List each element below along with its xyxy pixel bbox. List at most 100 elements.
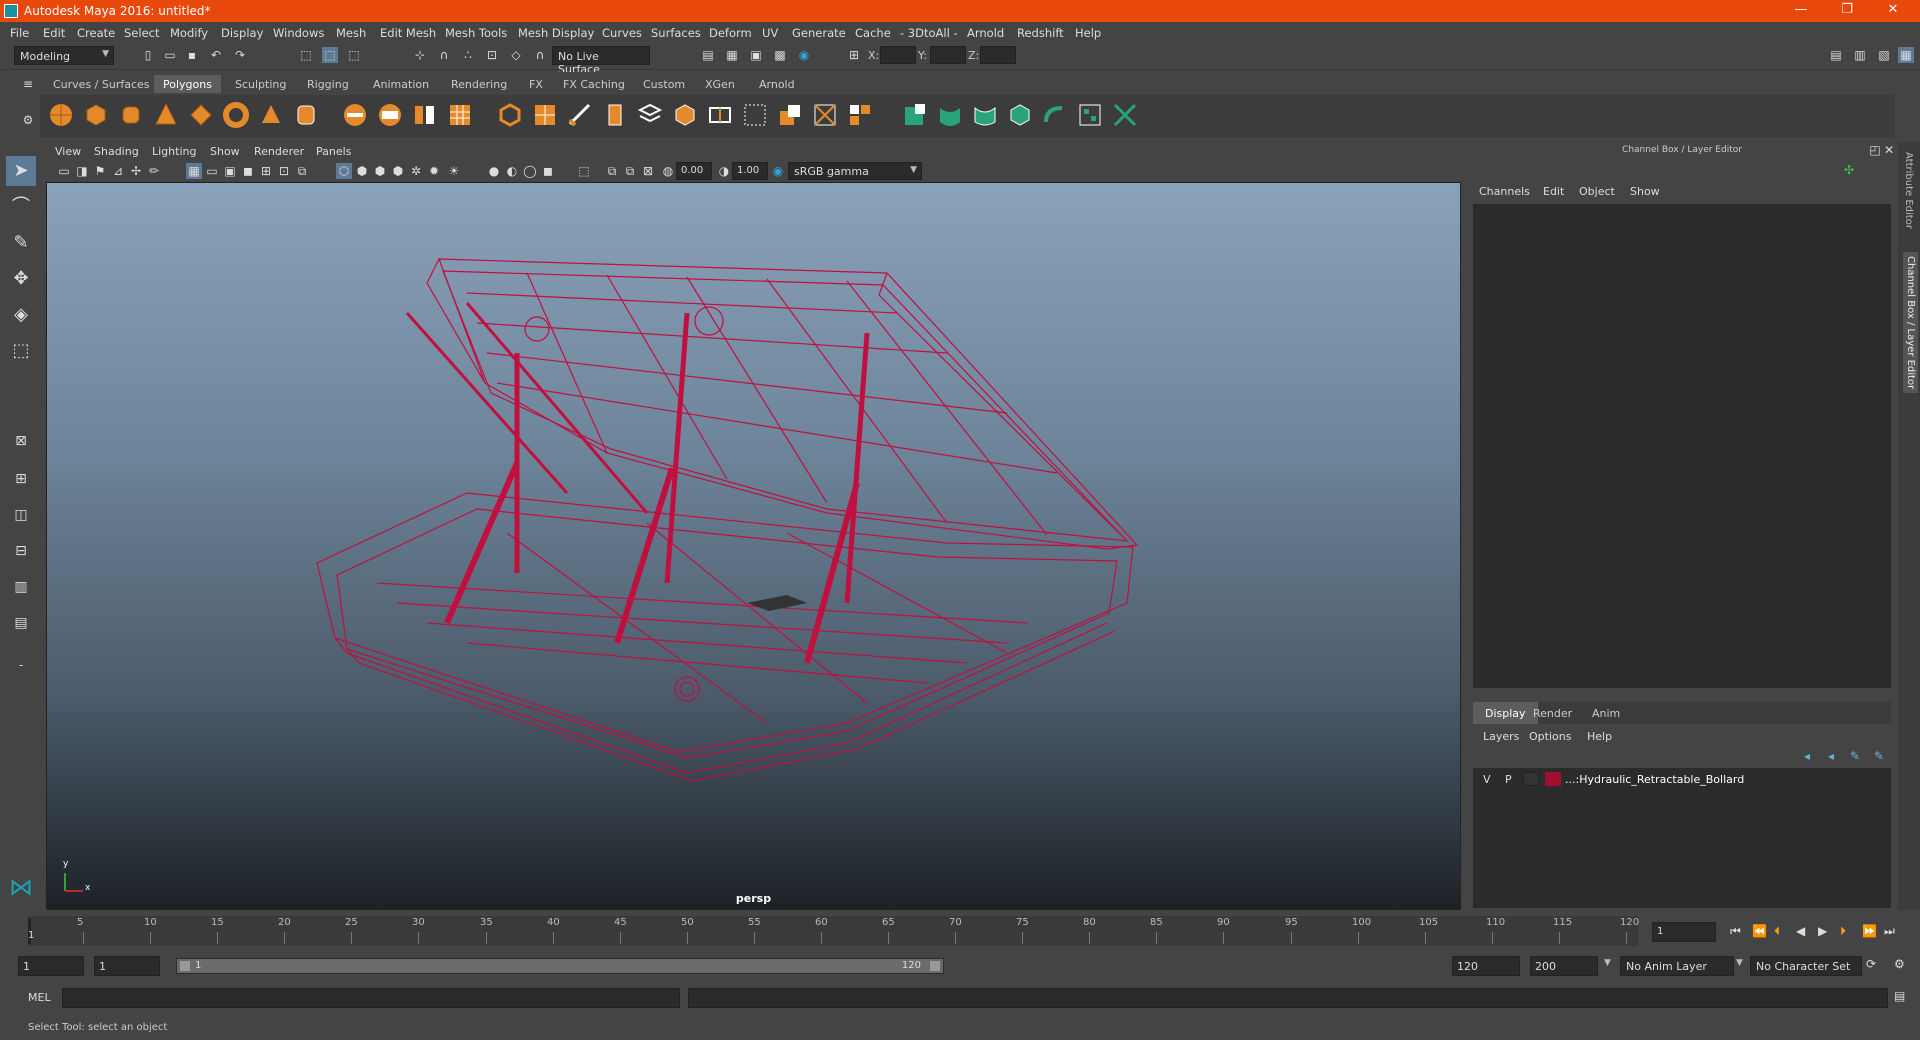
isolate-select-icon[interactable]: ◼	[540, 163, 556, 179]
new-scene-icon[interactable]: ▯	[140, 47, 156, 63]
menu-uv[interactable]: UV	[762, 26, 778, 40]
ipr-render-icon[interactable]: ▣	[748, 47, 764, 63]
safe-title-icon[interactable]: ⧉	[294, 163, 310, 179]
uv-cut-sew-icon[interactable]	[1112, 102, 1138, 128]
tab-fx[interactable]: FX	[520, 75, 552, 93]
minimize-button[interactable]: —	[1778, 2, 1824, 20]
tab-custom[interactable]: Custom	[634, 75, 694, 93]
tool-settings-toggle-icon[interactable]: ▧	[1876, 47, 1892, 63]
tab-arnold[interactable]: Arnold	[750, 75, 804, 93]
move-layer-up-icon[interactable]: ◂	[1799, 748, 1815, 764]
live-surface-field[interactable]: No Live Surface	[552, 46, 650, 76]
step-back-key-icon[interactable]: ⏪	[1752, 924, 1767, 938]
current-frame-field[interactable]: 1	[1652, 922, 1716, 942]
smooth-icon[interactable]	[447, 102, 473, 128]
open-scene-icon[interactable]: ▭	[162, 47, 178, 63]
tab-curves-surfaces[interactable]: Curves / Surfaces	[44, 75, 159, 93]
poly-pyramid-icon[interactable]	[258, 102, 284, 128]
outliner-persp-layout-icon[interactable]: ▤	[6, 608, 36, 638]
extract-icon[interactable]	[412, 102, 438, 128]
poly-plane-icon[interactable]	[188, 102, 214, 128]
depth-of-field-icon[interactable]: ◯	[522, 163, 538, 179]
mirror-icon[interactable]	[847, 102, 873, 128]
uv-cylindrical-icon[interactable]	[937, 102, 963, 128]
gate-mask-icon[interactable]: ◼	[240, 163, 256, 179]
poly-cylinder-icon[interactable]	[118, 102, 144, 128]
go-to-end-icon[interactable]: ⏭	[1884, 924, 1895, 939]
insert-edge-loop-icon[interactable]	[707, 102, 733, 128]
command-language-label[interactable]: MEL	[28, 991, 51, 1004]
shelf-settings-icon[interactable]: ⚙	[20, 112, 36, 128]
menu-modify[interactable]: Modify	[170, 26, 208, 40]
attribute-editor-toggle-icon[interactable]: ▥	[1852, 47, 1868, 63]
anim-layer-dropdown[interactable]: No Anim Layer	[1620, 956, 1734, 976]
perspective-viewport[interactable]: y x persp	[46, 182, 1461, 910]
persp-uv-layout-icon[interactable]: ▥	[6, 572, 36, 602]
bookmark-icon[interactable]: ⚑	[92, 163, 108, 179]
poly-pipe-icon[interactable]	[293, 102, 319, 128]
shelf-menu-icon[interactable]: ≡	[20, 76, 36, 92]
layer-row[interactable]: V P ...:Hydraulic_Retractable_Bollard	[1473, 770, 1891, 788]
image-plane-icon[interactable]: ⊿	[110, 163, 126, 179]
poly-sphere-icon[interactable]	[48, 102, 74, 128]
tab-fx-caching[interactable]: FX Caching	[554, 75, 634, 93]
menu-select[interactable]: Select	[124, 26, 159, 40]
select-component-icon[interactable]: ⬚	[346, 47, 362, 63]
motion-blur-icon[interactable]: ●	[486, 163, 502, 179]
step-forward-key-icon[interactable]: ⏩	[1862, 924, 1877, 938]
wireframe-on-shaded-icon[interactable]: ⬢	[372, 163, 388, 179]
render-settings-icon[interactable]: ▩	[772, 47, 788, 63]
smooth-shade-icon[interactable]: ⬢	[354, 163, 370, 179]
script-editor-icon[interactable]: ▤	[1894, 989, 1905, 1003]
character-set-dropdown[interactable]: No Character Set	[1750, 956, 1862, 976]
layer-playback-toggle[interactable]: P	[1505, 773, 1512, 786]
channel-menu-channels[interactable]: Channels	[1479, 185, 1530, 198]
xray-icon[interactable]: ⬚	[576, 163, 592, 179]
layer-color-swatch[interactable]	[1545, 772, 1561, 786]
menu-windows[interactable]: Windows	[273, 26, 324, 40]
move-layer-down-icon[interactable]: ◂	[1823, 748, 1839, 764]
tab-animation[interactable]: Animation	[364, 75, 438, 93]
panel-menu-panels[interactable]: Panels	[316, 145, 351, 158]
layer-visibility-toggle[interactable]: V	[1483, 773, 1491, 786]
menu-3dtoall[interactable]: - 3DtoAll -	[900, 26, 958, 40]
menu-arnold[interactable]: Arnold	[967, 26, 1004, 40]
command-input[interactable]	[62, 988, 680, 1008]
shadows-icon[interactable]: ✹	[426, 163, 442, 179]
menu-display[interactable]: Display	[221, 26, 263, 40]
maximize-button[interactable]: ❐	[1824, 2, 1870, 20]
menu-edit[interactable]: Edit	[43, 26, 65, 40]
close-button[interactable]: ✕	[1870, 2, 1916, 20]
redo-icon[interactable]: ↷	[232, 47, 248, 63]
bevel-icon[interactable]	[602, 102, 628, 128]
hypershade-icon[interactable]: ◉	[796, 47, 812, 63]
auto-key-icon[interactable]: ⟳	[1866, 957, 1876, 971]
panel-menu-show[interactable]: Show	[210, 145, 240, 158]
select-object-icon[interactable]: ⬚	[322, 47, 338, 63]
menuset-dropdown[interactable]: Modeling ▼	[14, 46, 114, 65]
render-frame-icon[interactable]: ▦	[724, 47, 740, 63]
tab-render[interactable]: Render	[1533, 707, 1572, 720]
extrude-icon[interactable]	[532, 102, 558, 128]
playback-end-field[interactable]: 120	[1452, 956, 1520, 976]
range-slider-end-handle[interactable]	[930, 961, 940, 971]
custom-layout-icon[interactable]: -	[6, 650, 36, 680]
merge-icon[interactable]	[812, 102, 838, 128]
fill-hole-icon[interactable]	[777, 102, 803, 128]
multi-cut-icon[interactable]	[567, 102, 593, 128]
tab-display[interactable]: Display	[1473, 702, 1538, 724]
snap-point-icon[interactable]: ∴	[460, 47, 476, 63]
z-field[interactable]	[980, 46, 1016, 64]
uv-unfold-icon[interactable]	[1042, 102, 1068, 128]
channel-menu-edit[interactable]: Edit	[1543, 185, 1564, 198]
tab-anim[interactable]: Anim	[1592, 707, 1620, 720]
menu-create[interactable]: Create	[77, 26, 115, 40]
xray-components-icon[interactable]: ⧉	[622, 163, 638, 179]
magnet-icon[interactable]: ∩	[532, 47, 548, 63]
uv-spherical-icon[interactable]	[972, 102, 998, 128]
panel-menu-shading[interactable]: Shading	[94, 145, 139, 158]
layer-name[interactable]: ...:Hydraulic_Retractable_Bollard	[1565, 773, 1744, 786]
xray-joints-icon[interactable]: ⧉	[604, 163, 620, 179]
step-back-frame-icon[interactable]: ⏴	[1774, 924, 1780, 939]
snap-view-icon[interactable]: ⊡	[484, 47, 500, 63]
